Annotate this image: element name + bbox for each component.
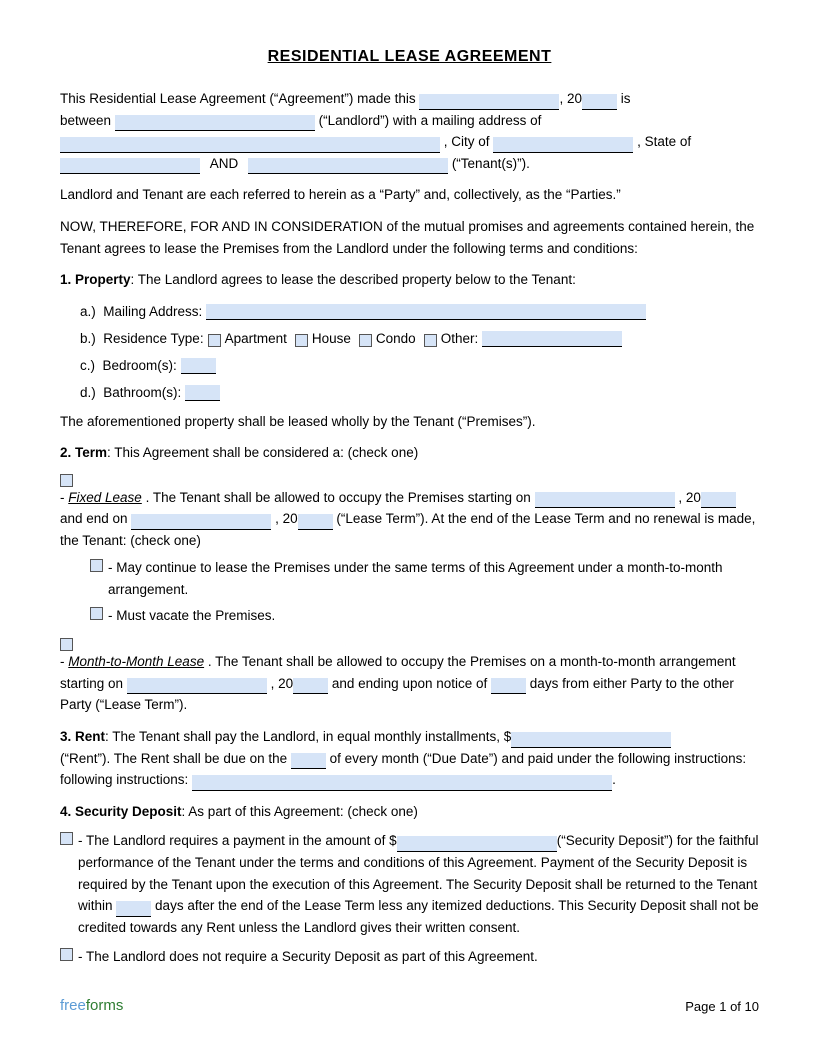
footer: freeforms Page 1 of 10 <box>60 997 759 1014</box>
fixed-sub1-item: - May continue to lease the Premises und… <box>90 557 759 600</box>
month-lease-checkbox[interactable] <box>60 638 73 651</box>
section1-header: 1. Property: The Landlord agrees to leas… <box>60 269 759 291</box>
property-mailing-address-field[interactable] <box>206 304 646 320</box>
vacate-checkbox[interactable] <box>90 607 103 620</box>
date-field[interactable] <box>419 94 559 110</box>
month-start-date-field[interactable] <box>127 678 267 694</box>
year-field[interactable] <box>582 94 617 110</box>
fixed-end-year-field[interactable] <box>298 514 333 530</box>
security-amount-field[interactable] <box>397 836 557 852</box>
state-field[interactable] <box>60 158 200 174</box>
bathrooms-field[interactable] <box>185 385 220 401</box>
security-required-checkbox[interactable] <box>60 832 73 845</box>
security-deposit-not-required-item: - The Landlord does not require a Securi… <box>60 946 759 968</box>
section4-header: 4. Security Deposit: As part of this Agr… <box>60 801 759 823</box>
security-not-required-checkbox[interactable] <box>60 948 73 961</box>
page-number: Page 1 of 10 <box>685 999 759 1014</box>
property-row-bathrooms: d.) Bathroom(s): <box>80 382 759 405</box>
brand-forms: forms <box>86 997 124 1014</box>
mailing-address-field[interactable] <box>60 137 440 153</box>
fixed-start-date-field[interactable] <box>535 492 675 508</box>
fixed-start-year-field[interactable] <box>701 492 736 508</box>
section2-heading: 2. Term <box>60 445 107 460</box>
apartment-checkbox[interactable] <box>208 334 221 347</box>
fixed-lease-item: - Fixed Lease . The Tenant shall be allo… <box>60 472 759 552</box>
parties-paragraph: Landlord and Tenant are each referred to… <box>60 184 759 206</box>
return-days-field[interactable] <box>116 901 151 917</box>
city-field[interactable] <box>493 137 633 153</box>
intro-paragraph: This Residential Lease Agreement (“Agree… <box>60 88 759 174</box>
landlord-name-field[interactable] <box>115 115 315 131</box>
section4-heading: 4. Security Deposit <box>60 804 182 819</box>
fixed-sub2-item: - Must vacate the Premises. <box>90 605 759 627</box>
property-row-bedrooms: c.) Bedroom(s): <box>80 355 759 378</box>
payment-instructions-field[interactable] <box>192 775 612 791</box>
other-checkbox[interactable] <box>424 334 437 347</box>
section2-header: 2. Term: This Agreement shall be conside… <box>60 442 759 464</box>
other-type-field[interactable] <box>482 331 622 347</box>
brand-free: free <box>60 997 86 1014</box>
rent-amount-field[interactable] <box>511 732 671 748</box>
bedrooms-field[interactable] <box>181 358 216 374</box>
premises-closing: The aforementioned property shall be lea… <box>60 411 759 433</box>
month-start-year-field[interactable] <box>293 678 328 694</box>
fixed-end-date-field[interactable] <box>131 514 271 530</box>
fixed-lease-checkbox[interactable] <box>60 474 73 487</box>
house-checkbox[interactable] <box>295 334 308 347</box>
section1-heading: 1. Property <box>60 272 131 287</box>
document-title: RESIDENTIAL LEASE AGREEMENT <box>60 48 759 66</box>
section3-heading: 3. Rent <box>60 729 105 744</box>
security-deposit-required-item: - The Landlord requires a payment in the… <box>60 830 759 938</box>
consideration-paragraph: NOW, THEREFORE, FOR AND IN CONSIDERATION… <box>60 216 759 259</box>
due-date-field[interactable] <box>291 753 326 769</box>
notice-days-field[interactable] <box>491 678 526 694</box>
property-details: a.) Mailing Address: b.) Residence Type:… <box>80 301 759 405</box>
tenant-name-field[interactable] <box>248 158 448 174</box>
property-row-address: a.) Mailing Address: <box>80 301 759 324</box>
month-lease-item: - Month-to-Month Lease . The Tenant shal… <box>60 636 759 716</box>
page: RESIDENTIAL LEASE AGREEMENT This Residen… <box>0 0 819 1044</box>
continue-lease-checkbox[interactable] <box>90 559 103 572</box>
property-row-residence: b.) Residence Type: Apartment House Cond… <box>80 328 759 351</box>
condo-checkbox[interactable] <box>359 334 372 347</box>
section3-paragraph: 3. Rent: The Tenant shall pay the Landlo… <box>60 726 759 791</box>
intro-line1-pre: This Residential Lease Agreement (“Agree… <box>60 91 416 106</box>
brand-logo: freeforms <box>60 997 123 1014</box>
